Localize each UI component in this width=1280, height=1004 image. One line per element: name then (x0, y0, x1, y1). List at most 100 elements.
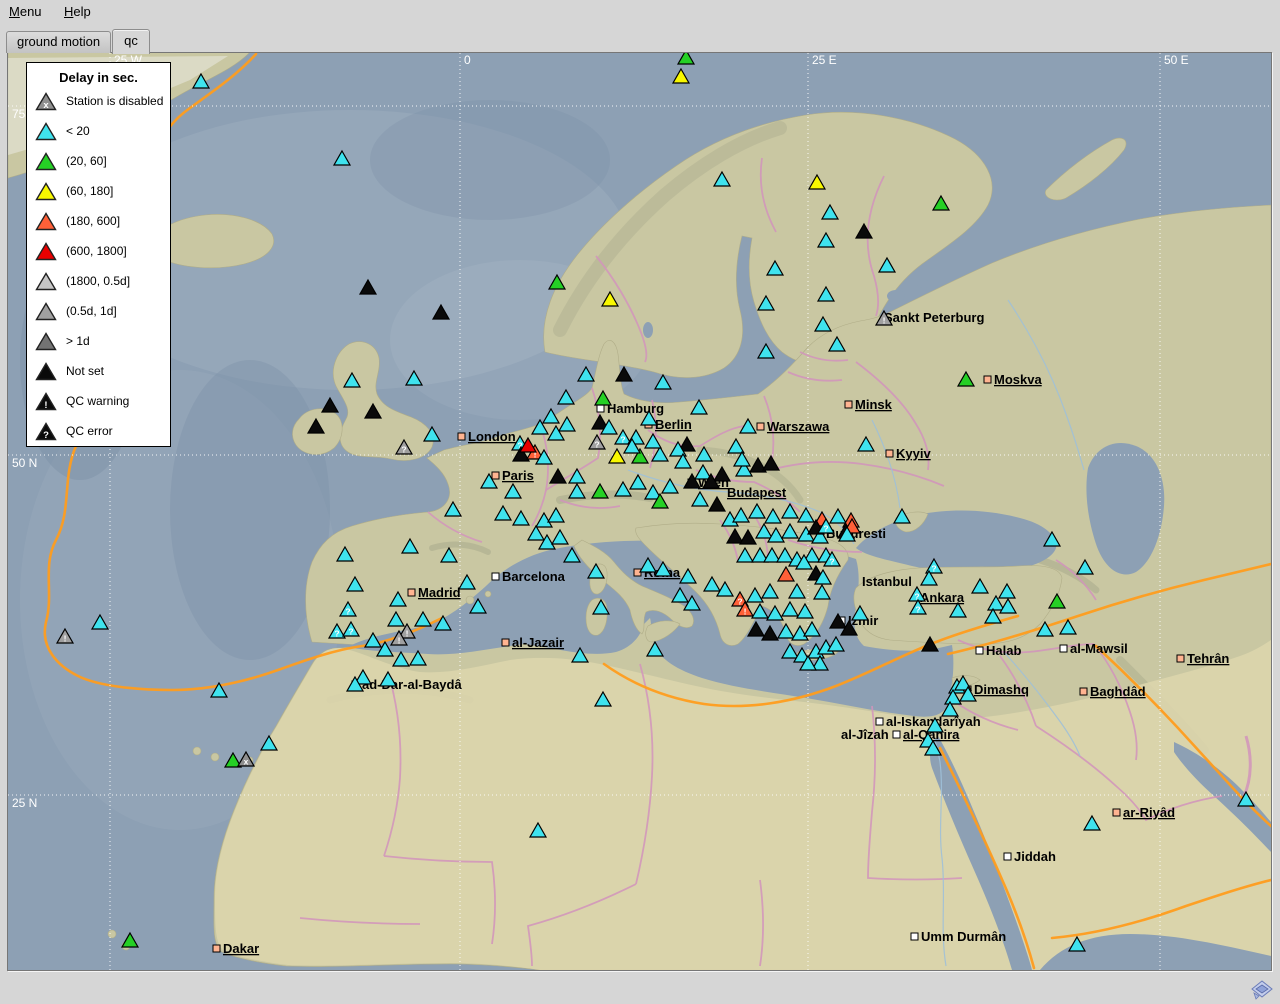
city-label: Madrid (418, 585, 461, 600)
legend-item: (20, 60] (27, 146, 170, 176)
legend-item-label: QC warning (66, 394, 129, 408)
qc-glyph: ? (345, 607, 350, 617)
city: Budapest (727, 485, 787, 500)
city-marker (458, 433, 465, 440)
menu-bar: Menu Help (0, 0, 1280, 24)
legend-item-label: (600, 1800] (66, 244, 127, 258)
city: Umm Durmân (911, 929, 1006, 944)
legend-items: xStation is disabled < 20 (20, 60] (60, 180… (27, 86, 170, 446)
legend-item: > 1d (27, 326, 170, 356)
city-marker (408, 589, 415, 596)
city-label: al-Jazair (512, 635, 564, 650)
city-marker (1113, 809, 1120, 816)
city-marker (1004, 853, 1011, 860)
legend-item: ? QC error (27, 416, 170, 446)
city-marker (893, 731, 900, 738)
city-label: Istanbul (862, 574, 912, 589)
legend-item-label: (1800, 0.5d] (66, 274, 130, 288)
legend-item-label: (20, 60] (66, 154, 107, 168)
legend-item-label: Not set (66, 364, 104, 378)
qc-glyph: ? (620, 435, 625, 445)
qc-glyph: ? (914, 592, 919, 602)
city-label: Sankt Peterburg (884, 310, 984, 325)
qc-glyph: ? (915, 605, 920, 615)
city-marker (1177, 655, 1184, 662)
qc-glyph: ? (594, 440, 599, 450)
city-marker (492, 573, 499, 580)
tab-ground-motion[interactable]: ground motion (6, 31, 111, 53)
qc-glyph: ! (64, 634, 67, 644)
city-label: Baghdâd (1090, 684, 1146, 699)
grid-label: 50 E (1164, 53, 1189, 67)
qc-glyph: ? (348, 627, 353, 637)
city-label: Halab (986, 643, 1021, 658)
city: Dimashq (964, 682, 1029, 697)
qc-glyph: ? (823, 524, 828, 534)
menu-button[interactable]: Menu (0, 0, 51, 22)
city-label: ad-Dar-al-Baydâ (362, 677, 462, 692)
city: al-Jazair (502, 635, 564, 650)
grid-label: 25 E (812, 53, 837, 67)
legend-triangle-icon (35, 182, 57, 201)
svg-text:?: ? (43, 430, 49, 441)
legend-item: (180, 600] (27, 206, 170, 236)
tab-qc[interactable]: qc (112, 29, 150, 54)
legend-item: < 20 (27, 116, 170, 146)
city-label: al-Jîzah (841, 727, 889, 742)
city: Barcelona (492, 569, 566, 584)
city-marker (845, 401, 852, 408)
grid-label: 25 N (12, 796, 37, 810)
city-label: Dimashq (974, 682, 1029, 697)
qc-glyph: ? (737, 597, 742, 607)
legend-triangle-icon (35, 242, 57, 261)
legend-triangle-icon (35, 122, 57, 141)
legend-triangle-icon (35, 332, 57, 351)
city-label: Kyyiv (896, 446, 931, 461)
resize-grip-icon[interactable] (1251, 980, 1273, 1000)
legend-triangle-icon (35, 212, 57, 231)
qc-glyph: x (244, 757, 249, 767)
legend-triangle-icon: ? (35, 422, 57, 441)
qc-glyph: ? (829, 557, 834, 567)
city-marker (213, 945, 220, 952)
application-window: { "menu": { "items": [ {"label": "Menu"}… (0, 0, 1280, 1004)
legend-item: Not set (27, 356, 170, 386)
city-label: Barcelona (502, 569, 566, 584)
legend-item-label: < 20 (66, 124, 90, 138)
city-label: Berlin (655, 417, 692, 432)
city-marker (1060, 645, 1067, 652)
city-marker (911, 933, 918, 940)
city: Istanbul (862, 574, 912, 589)
legend-item: (0.5d, 1d] (27, 296, 170, 326)
tab-bar: ground motion qc (6, 29, 151, 53)
qc-glyph: ! (406, 629, 409, 639)
legend-item: xStation is disabled (27, 86, 170, 116)
city: al-Jîzah (841, 727, 889, 742)
city-label: Hamburg (607, 401, 664, 416)
legend-item-label: (180, 600] (66, 214, 120, 228)
legend-item: (600, 1800] (27, 236, 170, 266)
qc-glyph: ? (931, 564, 936, 574)
help-menu-button[interactable]: Help (55, 0, 100, 22)
legend-item-label: QC error (66, 424, 113, 438)
qc-glyph: ! (744, 607, 747, 617)
legend-item-label: > 1d (66, 334, 90, 348)
legend-triangle-icon (35, 272, 57, 291)
city-marker (757, 423, 764, 430)
legend-item-label: (60, 180] (66, 184, 113, 198)
city-label: Paris (502, 468, 534, 483)
legend-triangle-icon: x (35, 92, 57, 111)
city-label: Minsk (855, 397, 893, 412)
grid-label: 0 (464, 53, 471, 67)
city: al-Mawsil (1060, 641, 1128, 656)
city-marker (876, 718, 883, 725)
city-marker (597, 405, 604, 412)
city-label: Dakar (223, 941, 259, 956)
city-marker (502, 639, 509, 646)
city-label: Umm Durmân (921, 929, 1006, 944)
city: Sankt Peterburg (884, 310, 984, 325)
map-canvas[interactable]: 25 W025 E50 E75 N50 N25 N LondonParisHam… (8, 53, 1271, 970)
city-label: Tehrân (1187, 651, 1229, 666)
legend-item-label: (0.5d, 1d] (66, 304, 117, 318)
map-widget[interactable]: 25 W025 E50 E75 N50 N25 N LondonParisHam… (7, 52, 1272, 971)
